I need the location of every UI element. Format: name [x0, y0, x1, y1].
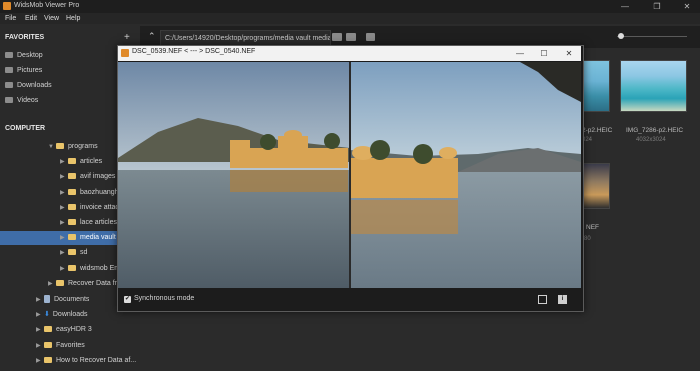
folder-icon: [68, 219, 76, 226]
thumbnail-image[interactable]: [580, 163, 610, 209]
document-icon: [44, 295, 50, 304]
folder-icon: [68, 204, 76, 211]
app-title: WidsMob Viewer Pro: [14, 2, 80, 9]
chevron-right-icon[interactable]: ▶: [60, 246, 68, 260]
title-bar: [0, 0, 700, 13]
menu-edit[interactable]: Edit: [25, 13, 37, 24]
maximize-button[interactable]: ❐: [646, 0, 668, 13]
app-logo-icon: [121, 49, 129, 57]
menu-view[interactable]: View: [44, 13, 59, 24]
menu-help[interactable]: Help: [66, 13, 80, 24]
chevron-right-icon[interactable]: ▶: [60, 170, 68, 184]
tree-item-how-to-recover[interactable]: ▶ How to Recover Data af...: [36, 354, 138, 368]
chevron-right-icon[interactable]: ▶: [60, 155, 68, 169]
info-icon[interactable]: i: [558, 295, 567, 304]
tree-item-documents[interactable]: ▶ Documents: [36, 293, 89, 307]
tree-item-downloads[interactable]: ▶ ⬇ Downloads: [36, 308, 88, 322]
chevron-right-icon[interactable]: ▶: [48, 277, 56, 291]
tree-item-favorites[interactable]: ▶ Favorites: [36, 339, 85, 353]
chevron-right-icon[interactable]: ▶: [60, 186, 68, 200]
chevron-down-icon[interactable]: ▼: [48, 140, 56, 154]
palace-lake-photo: [118, 62, 581, 288]
thumbnail-caption: 2-p2.HEIC: [582, 127, 613, 134]
chevron-right-icon[interactable]: ▶: [36, 339, 44, 353]
menu-file[interactable]: File: [5, 13, 16, 24]
folder-icon: [68, 265, 76, 272]
sidebar-item-downloads[interactable]: Downloads: [5, 79, 52, 93]
folder-icon: [68, 189, 76, 196]
thumbnail-caption: NEF: [586, 224, 599, 231]
thumbnail-dimensions: 80: [584, 236, 591, 242]
synchronous-mode-label: Synchronous mode: [134, 295, 195, 302]
chevron-right-icon[interactable]: ▶: [36, 293, 44, 307]
tree-item-articles[interactable]: ▶ articles: [60, 155, 102, 169]
dialog-minimize-button[interactable]: —: [509, 46, 531, 61]
folder-icon: [68, 234, 76, 241]
chevron-right-icon[interactable]: ▶: [60, 231, 68, 245]
folder-icon: [44, 342, 52, 349]
folder-icon: [56, 280, 64, 287]
folder-icon: [56, 143, 64, 150]
sidebar-item-pictures[interactable]: Pictures: [5, 64, 42, 78]
dialog-title: DSC_0539.NEF < --- > DSC_0540.NEF: [132, 48, 256, 55]
chevron-right-icon[interactable]: ▶: [60, 216, 68, 230]
folder-icon: [44, 326, 52, 333]
folder-icon: [68, 249, 76, 256]
thumbnail-image[interactable]: [620, 60, 687, 112]
folder-icon: [5, 82, 13, 89]
dialog-close-button[interactable]: ✕: [558, 46, 580, 61]
add-favorite-button[interactable]: +: [124, 32, 130, 43]
close-button[interactable]: ✕: [676, 0, 698, 13]
chevron-right-icon[interactable]: ▶: [60, 201, 68, 215]
zoom-slider-handle[interactable]: [618, 33, 624, 39]
zoom-slider-track[interactable]: [617, 36, 687, 37]
sidebar-item-desktop[interactable]: Desktop: [5, 49, 43, 63]
fit-screen-icon[interactable]: [538, 295, 547, 304]
folder-icon: [5, 52, 13, 59]
favorites-heading: FAVORITES: [5, 34, 45, 41]
tree-item-easyhdr[interactable]: ▶ easyHDR 3: [36, 323, 92, 337]
tree-item-programs[interactable]: ▼ programs: [48, 140, 98, 154]
chevron-up-icon[interactable]: ⌃: [148, 31, 156, 42]
folder-icon: [5, 67, 13, 74]
folder-view-icon[interactable]: [332, 33, 342, 41]
synchronous-mode-checkbox[interactable]: ✔: [124, 296, 131, 303]
sidebar-item-videos[interactable]: Videos: [5, 94, 38, 108]
menu-bar: [0, 13, 700, 24]
chevron-right-icon[interactable]: ▶: [36, 354, 44, 368]
chevron-right-icon[interactable]: ▶: [36, 323, 44, 337]
thumbnail-image[interactable]: [580, 60, 610, 112]
tree-item-sd[interactable]: ▶ sd: [60, 246, 87, 260]
computer-heading: COMPUTER: [5, 125, 46, 132]
download-arrow-icon: ⬇: [44, 311, 50, 318]
comparison-photo[interactable]: [118, 62, 581, 288]
chevron-right-icon[interactable]: ▶: [36, 308, 44, 322]
minimize-button[interactable]: —: [614, 0, 636, 13]
folder-icon: [68, 173, 76, 180]
dialog-maximize-button[interactable]: ☐: [533, 46, 555, 61]
folder-icon: [44, 357, 52, 364]
thumbnail-dimensions: 4032x3024: [636, 137, 666, 143]
chevron-right-icon[interactable]: ▶: [60, 262, 68, 276]
app-logo-icon: [3, 2, 11, 10]
thumbnail-caption: IMG_7286-p2.HEIC: [626, 127, 684, 134]
folder-icon: [68, 158, 76, 165]
compare-layout-icon[interactable]: [366, 33, 375, 41]
folder-image-icon[interactable]: [346, 33, 356, 41]
folder-icon: [5, 97, 13, 104]
